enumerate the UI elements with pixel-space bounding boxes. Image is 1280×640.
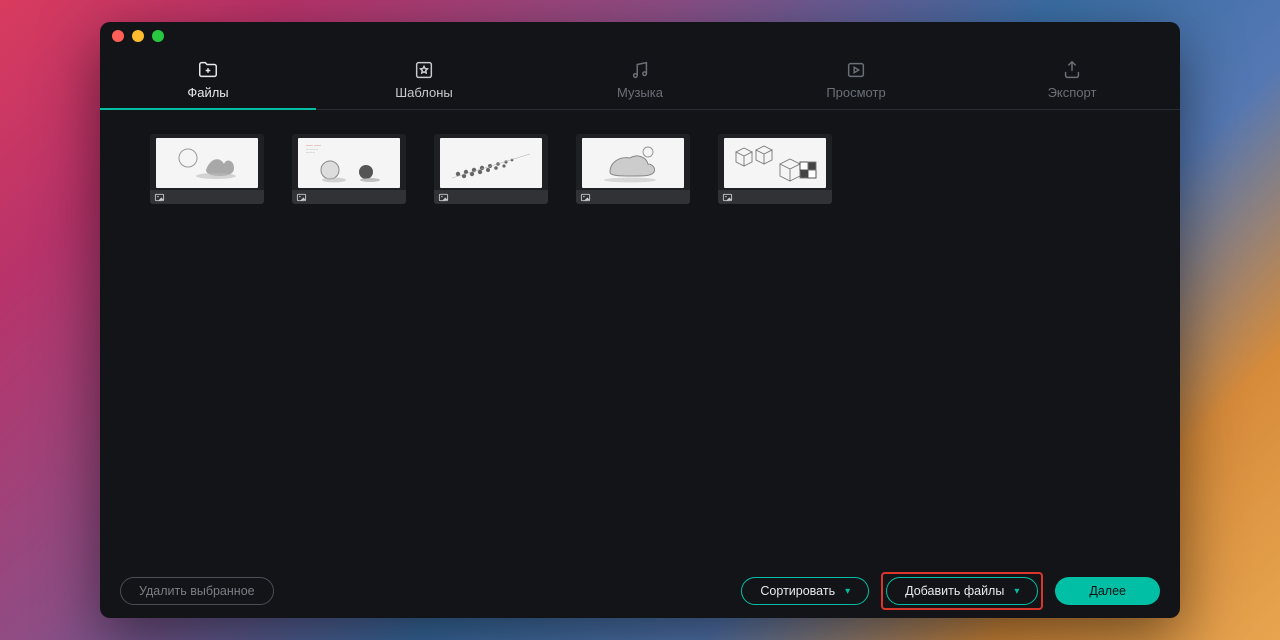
svg-text:— — —: — — — [306,151,315,154]
next-button[interactable]: Далее [1055,577,1160,605]
chevron-down-icon: ▾ [845,586,850,597]
tab-music-label: Музыка [617,85,663,100]
window-maximize-button[interactable] [152,30,164,42]
add-files-label: Добавить файлы [905,584,1004,598]
tab-export[interactable]: Экспорт [964,50,1180,109]
thumbnail-info-strip [576,190,690,204]
delete-selected-label: Удалить выбранное [139,584,255,598]
tab-templates[interactable]: Шаблоны [316,50,532,109]
tab-preview-label: Просмотр [826,85,885,100]
thumbnail-info-strip [434,190,548,204]
image-icon [438,192,449,203]
svg-text:—— ——: —— —— [306,143,321,147]
image-icon [580,192,591,203]
media-thumbnail[interactable] [718,134,832,204]
media-thumbnail[interactable]: —— —— — — — — — — — [292,134,406,204]
tab-files-label: Файлы [187,85,228,100]
sort-label: Сортировать [760,584,835,598]
folder-plus-icon [197,59,219,81]
star-square-icon [413,59,435,81]
tab-preview[interactable]: Просмотр [748,50,964,109]
thumbnail-preview [156,138,258,188]
add-files-button[interactable]: Добавить файлы ▾ [886,577,1038,605]
media-thumbnail[interactable] [576,134,690,204]
main-tabs: Файлы Шаблоны Музыка Просмотр Экспо [100,50,1180,110]
tab-music[interactable]: Музыка [532,50,748,109]
image-icon [296,192,307,203]
play-square-icon [845,59,867,81]
image-icon [154,192,165,203]
content-area: —— —— — — — — — — — [100,110,1180,564]
export-icon [1061,59,1083,81]
titlebar [100,22,1180,50]
thumbnail-preview: —— —— — — — — — — — [298,138,400,188]
chevron-down-icon: ▾ [1014,586,1019,597]
media-thumbnail[interactable] [434,134,548,204]
tab-export-label: Экспорт [1048,85,1097,100]
thumbnail-info-strip [718,190,832,204]
image-icon [722,192,733,203]
tab-files[interactable]: Файлы [100,50,316,109]
thumbnail-preview [440,138,542,188]
thumbnail-info-strip [150,190,264,204]
tab-templates-label: Шаблоны [395,85,453,100]
thumbnail-grid: —— —— — — — — — — — [150,134,1130,204]
thumbnail-preview [582,138,684,188]
footer-bar: Удалить выбранное Сортировать ▾ Добавить… [100,564,1180,618]
thumbnail-info-strip [292,190,406,204]
music-icon [629,59,651,81]
window-close-button[interactable] [112,30,124,42]
sort-button[interactable]: Сортировать ▾ [741,577,869,605]
media-thumbnail[interactable] [150,134,264,204]
tutorial-highlight: Добавить файлы ▾ [881,572,1043,610]
window-minimize-button[interactable] [132,30,144,42]
app-window: Файлы Шаблоны Музыка Просмотр Экспо [100,22,1180,618]
delete-selected-button[interactable]: Удалить выбранное [120,577,274,605]
next-label: Далее [1089,584,1126,598]
thumbnail-preview [724,138,826,188]
